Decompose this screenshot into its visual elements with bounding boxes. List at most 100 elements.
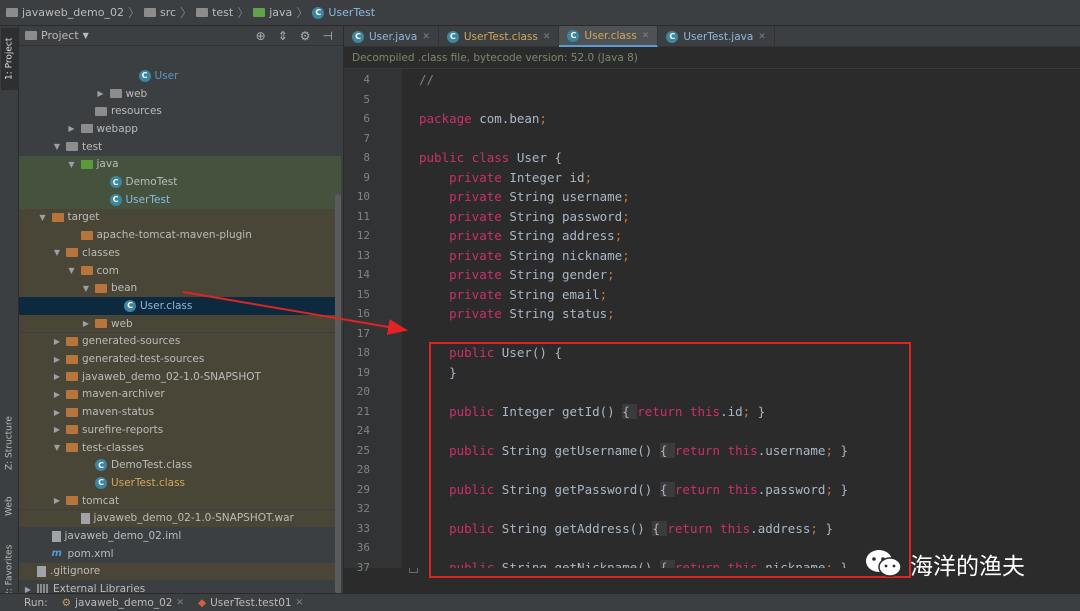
close-icon[interactable]: ✕ [422,32,430,42]
tree-item[interactable]: javaweb_demo_02-1.0-SNAPSHOT.war [19,509,341,528]
breadcrumb-usertest[interactable]: C UserTest [312,6,375,19]
hide-panel-icon[interactable]: ⊣ [323,29,333,43]
tree-item[interactable]: ▼ com [19,261,341,280]
line-number: 37 [356,560,370,574]
close-icon[interactable]: ✕ [642,31,650,41]
tree-item[interactable]: C User [19,67,341,85]
run-tab-test[interactable]: ◆ UserTest.test01 ✕ [198,597,303,609]
tree-item[interactable]: ▶ web [19,314,341,333]
breadcrumb-src[interactable]: src [144,6,176,19]
expand-arrow-down-icon[interactable]: ▼ [81,284,91,293]
expand-arrow-down-icon[interactable]: ▼ [67,266,77,275]
tree-item[interactable]: ▶ web [19,85,341,103]
folder-icon [66,443,78,453]
tree-item[interactable]: javaweb_demo_02.iml [19,527,341,545]
expand-arrow-right-icon[interactable]: ▶ [52,496,62,505]
folder-icon [95,106,107,116]
tree-item[interactable]: C UserTest [19,190,341,209]
close-icon[interactable]: ✕ [758,32,766,42]
run-tab-project[interactable]: ⚙ javaweb_demo_02 ✕ [62,597,184,609]
tree-item[interactable]: C DemoTest.class [19,456,341,475]
line-number: 5 [363,92,370,106]
close-icon[interactable]: ✕ [296,598,304,608]
folder-icon [66,354,78,364]
expand-arrow-right-icon[interactable]: ▶ [52,355,62,364]
tree-item-label: tomcat [82,494,120,507]
breadcrumb-project[interactable]: javaweb_demo_02 [6,6,124,19]
tree-item[interactable]: ▶ maven-status [19,403,341,421]
close-icon[interactable]: ✕ [176,598,184,608]
line-number: 12 [356,229,370,242]
line-number: 19 [356,365,370,379]
tree-item-label: generated-sources [82,335,181,348]
web-tool-tab[interactable]: Web [1,491,18,521]
expand-arrow-right-icon[interactable]: ▶ [52,390,62,399]
tree-item[interactable]: ▶ maven-archiver [19,385,341,404]
editor-tab[interactable]: C UserTest.java ✕ [658,26,775,47]
file-icon [51,530,61,542]
gear-icon[interactable]: ⚙ [300,29,311,43]
tree-item[interactable]: ▼ target [19,208,341,227]
source-folder-icon [253,8,266,17]
source-folder-icon [80,159,93,169]
tree-item[interactable]: ▼ bean [19,279,341,298]
tree-item-label: com [96,264,119,277]
tree-scrollbar[interactable] [335,194,341,593]
close-icon[interactable]: ✕ [543,32,551,42]
tree-item-label: pom.xml [67,547,114,560]
tree-item[interactable]: C DemoTest [19,173,341,191]
expand-arrow-right-icon[interactable]: ▶ [52,372,62,381]
structure-tool-tab[interactable]: Z: Structure [1,411,18,475]
tree-item[interactable]: ▶ webapp [19,120,341,138]
chevron-down-icon[interactable]: ▼ [83,31,89,40]
breadcrumb-java[interactable]: java [253,6,292,19]
expand-arrow-right-icon[interactable]: ▶ [52,337,62,346]
favorites-tool-tab[interactable]: 2: Favorites [1,541,18,601]
tree-item-label: generated-test-sources [82,353,205,366]
collapse-all-icon[interactable]: ⇕ [278,29,288,43]
expand-arrow-down-icon[interactable]: ▼ [52,142,62,151]
tree-item[interactable]: ▼ test-classes [19,438,341,457]
line-number: 14 [356,268,370,281]
project-tool-tab[interactable]: 1: Project [1,28,18,90]
tree-item[interactable]: C User.class [19,297,341,315]
project-view-selector[interactable]: Project [41,29,79,42]
tree-item[interactable]: ▼ classes [19,244,341,262]
editor-tab[interactable]: C UserTest.class ✕ [439,26,560,47]
expand-arrow-right-icon[interactable]: ▶ [52,425,62,434]
maven-file-icon: m [51,548,62,560]
expand-arrow-down-icon[interactable]: ▼ [52,443,62,452]
line-number: 8 [363,151,370,164]
tree-item[interactable]: ▶ generated-sources [19,332,341,351]
breadcrumb-usertest-label: UserTest [328,6,376,19]
expand-arrow-right-icon[interactable]: ▶ [96,89,106,98]
tree-item[interactable]: ▶ generated-test-sources [19,350,341,368]
editor-tab[interactable]: C User.class ✕ [559,26,659,47]
code-line: private String gender; [449,267,615,282]
expand-arrow-right-icon[interactable]: ▶ [23,585,33,593]
tree-item[interactable]: .gitignore [19,562,341,581]
expand-arrow-right-icon[interactable]: ▶ [81,319,91,328]
expand-arrow-down-icon[interactable]: ▼ [38,213,48,222]
tree-item[interactable]: resources [19,102,341,120]
tree-item[interactable]: ▶ tomcat [19,491,341,510]
folder-icon [66,407,78,417]
expand-arrow-right-icon[interactable]: ▶ [52,408,62,417]
tree-item[interactable]: C UserTest.class [19,474,341,492]
expand-arrow-down-icon[interactable]: ▼ [67,160,77,169]
tree-item[interactable]: ▼ java [19,155,341,174]
breadcrumb: javaweb_demo_02 〉 src 〉 test 〉 java 〉 CU… [0,0,1080,26]
tree-item[interactable]: ▶ javaweb_demo_02-1.0-SNAPSHOT [19,367,341,386]
locate-icon[interactable]: ⊕ [256,29,266,43]
tree-item[interactable]: apache-tomcat-maven-plugin [19,226,341,244]
tree-item[interactable]: ▼ test [19,138,341,156]
folder-icon [66,372,78,382]
tree-item[interactable]: m pom.xml [19,545,341,563]
tree-item[interactable]: ▶ External Libraries [19,580,341,593]
tree-item[interactable]: ▶ surefire-reports [19,421,341,439]
code-line: private String email; [449,286,608,302]
expand-arrow-down-icon[interactable]: ▼ [52,248,62,257]
breadcrumb-test[interactable]: test [196,6,233,19]
editor-tab[interactable]: C User.java ✕ [344,26,439,47]
expand-arrow-right-icon[interactable]: ▶ [67,124,77,133]
